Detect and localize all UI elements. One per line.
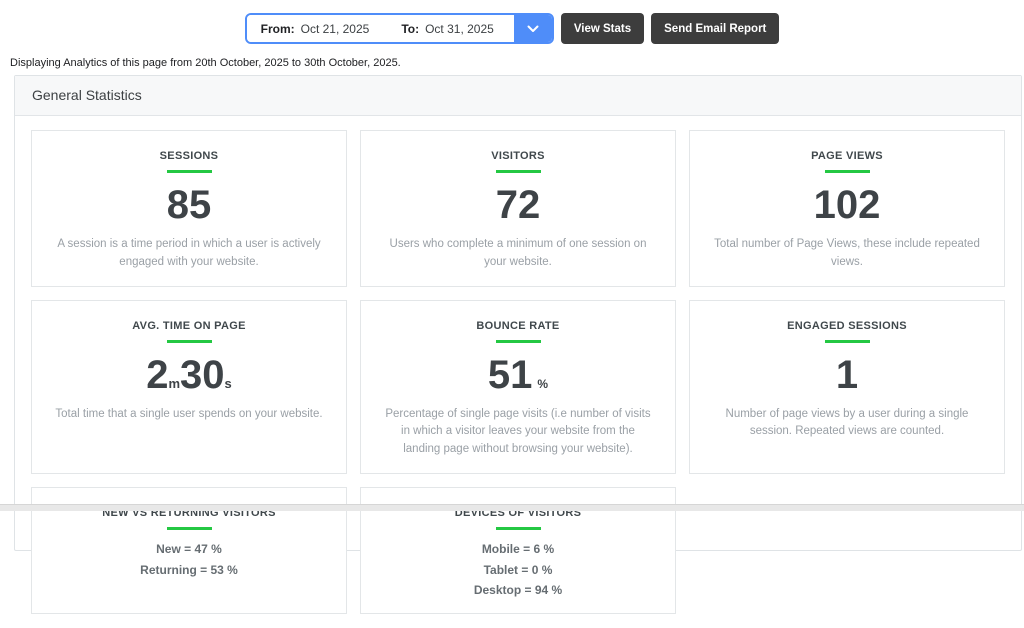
stat-card-page-views: PAGE VIEWS 102 Total number of Page View…: [689, 130, 1005, 287]
card-title: ENGAGED SESSIONS: [787, 319, 907, 332]
stat-description: Users who complete a minimum of one sess…: [389, 238, 647, 268]
stat-value: 51%: [375, 354, 661, 396]
stat-description: Total number of Page Views, these includ…: [714, 238, 980, 268]
new-visitors-line: New = 47 %: [156, 542, 222, 557]
title-underline: [824, 170, 870, 173]
card-title: BOUNCE RATE: [476, 319, 560, 332]
bounce-rate-value: 51: [487, 352, 533, 397]
card-title: SESSIONS: [159, 150, 219, 162]
date-range-picker[interactable]: From: Oct 21, 2025 To: Oct 31, 2025: [244, 13, 554, 44]
title-underline: [166, 339, 212, 343]
stat-lines: New = 47 % Returning = 53 %: [46, 542, 332, 578]
title-underline: [166, 170, 212, 173]
toolbar: From: Oct 21, 2025 To: Oct 31, 2025 View…: [0, 0, 1024, 44]
stat-lines: Mobile = 6 % Tablet = 0 % Desktop = 94 %: [375, 542, 661, 599]
date-dropdown-button[interactable]: [513, 15, 552, 42]
from-label: From:: [260, 21, 295, 36]
stat-card-visitors: VISITORS 72 Users who complete a minimum…: [360, 130, 676, 287]
stat-card-sessions: SESSIONS 85 A session is a time period i…: [31, 130, 347, 287]
returning-visitors-line: Returning = 53 %: [140, 562, 238, 577]
stat-card-engaged-sessions: ENGAGED SESSIONS 1 Number of page views …: [689, 299, 1005, 475]
card-title: VISITORS: [491, 150, 545, 162]
panel-title: General Statistics: [15, 76, 1021, 116]
stat-card-bounce-rate: BOUNCE RATE 51% Percentage of single pag…: [360, 299, 676, 475]
title-underline: [495, 339, 541, 343]
stat-value: 85: [166, 183, 212, 227]
title-underline: [495, 527, 541, 531]
desktop-line: Desktop = 94 %: [473, 583, 563, 598]
stat-value: 2m30s: [46, 354, 332, 396]
general-statistics-panel: General Statistics SESSIONS 85 A session…: [14, 75, 1022, 614]
mobile-line: Mobile = 6 %: [481, 542, 555, 557]
title-underline: [495, 170, 541, 173]
seconds-unit: s: [224, 375, 232, 391]
minutes-value: 2: [146, 352, 169, 397]
stat-value: 1: [835, 352, 859, 397]
stat-description: Total time that a single user spends on …: [55, 407, 323, 420]
send-email-report-button[interactable]: Send Email Report: [651, 13, 780, 44]
from-date-value[interactable]: Oct 21, 2025: [301, 22, 370, 36]
stat-description: A session is a time period in which a us…: [57, 238, 321, 268]
view-stats-button[interactable]: View Stats: [560, 13, 645, 44]
stats-grid: SESSIONS 85 A session is a time period i…: [15, 116, 1021, 628]
minutes-unit: m: [168, 375, 181, 391]
horizontal-scrollbar[interactable]: [0, 504, 1024, 511]
card-title: AVG. TIME ON PAGE: [132, 319, 246, 332]
to-date-value[interactable]: Oct 31, 2025: [425, 22, 494, 36]
title-underline: [824, 339, 870, 343]
tablet-line: Tablet = 0 %: [483, 562, 553, 577]
stat-value: 72: [495, 183, 541, 227]
title-underline: [166, 527, 212, 531]
chevron-down-icon: [527, 25, 539, 32]
card-title: PAGE VIEWS: [811, 150, 883, 162]
date-range-summary: Displaying Analytics of this page from 2…: [10, 57, 401, 69]
date-range-fields[interactable]: From: Oct 21, 2025 To: Oct 31, 2025: [246, 15, 514, 42]
stat-value: 102: [813, 183, 881, 227]
to-label: To:: [401, 21, 420, 36]
stat-description: Percentage of single page visits (i.e nu…: [385, 407, 651, 456]
stat-card-avg-time-on-page: AVG. TIME ON PAGE 2m30s Total time that …: [31, 299, 347, 475]
seconds-value: 30: [180, 352, 225, 397]
percent-unit: %: [537, 376, 549, 391]
stat-description: Number of page views by a user during a …: [725, 407, 969, 438]
